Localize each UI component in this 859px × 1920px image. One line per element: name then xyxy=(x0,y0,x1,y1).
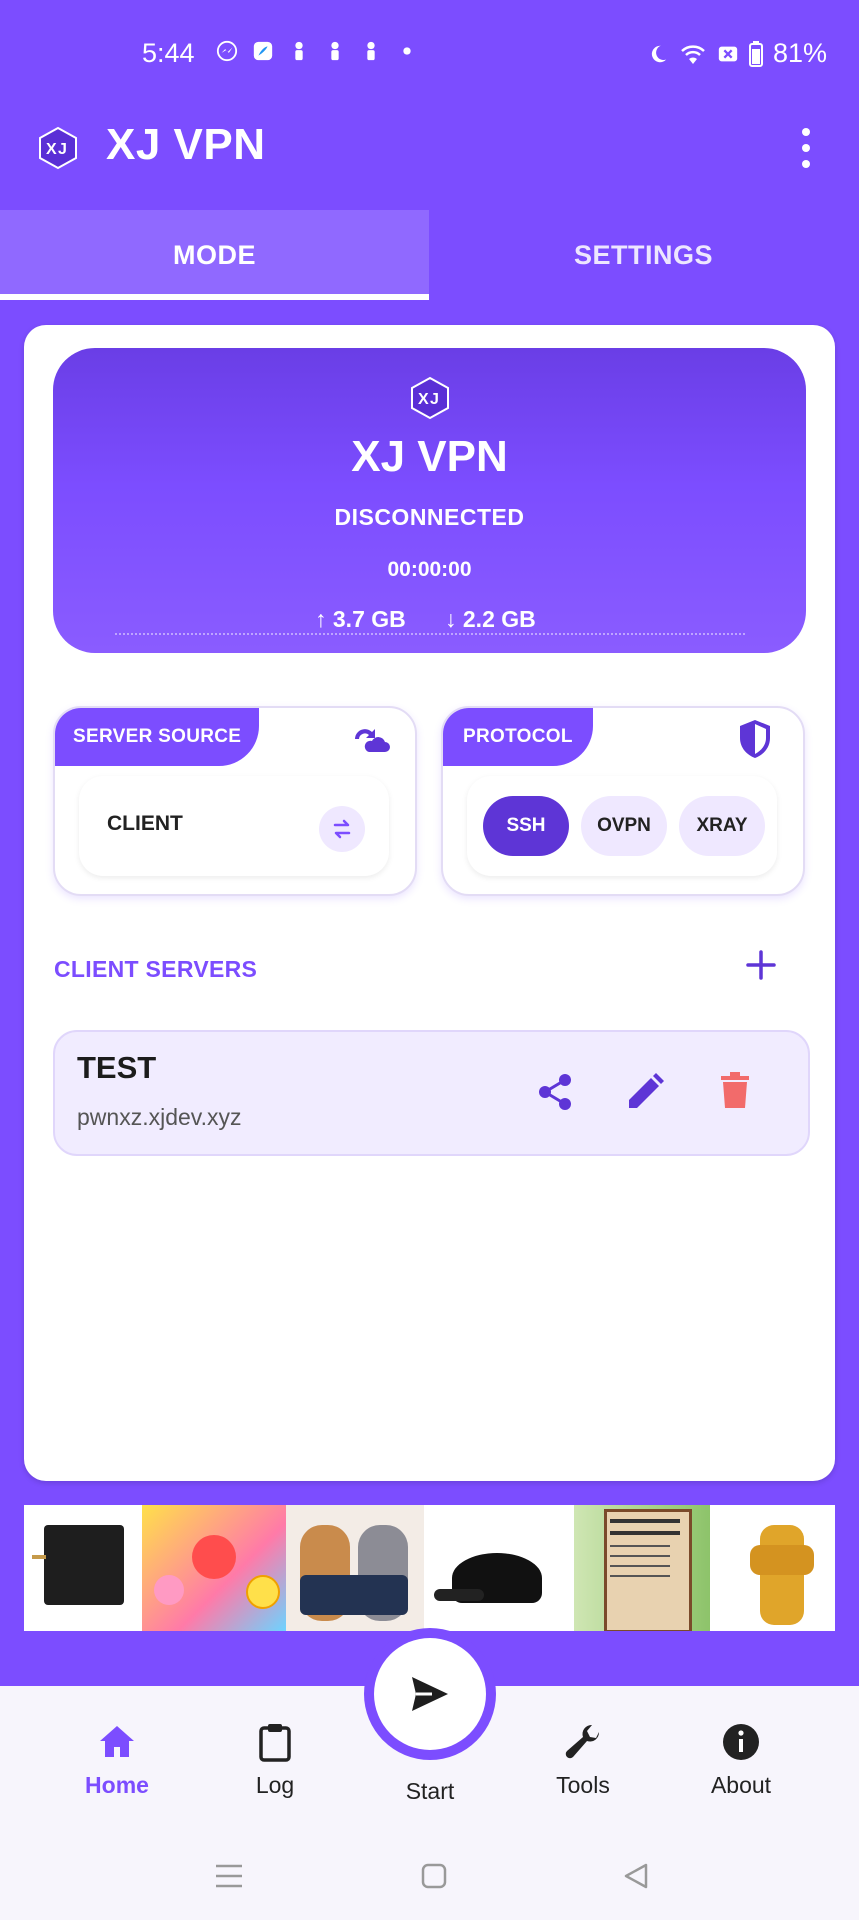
upload-stat: ↑ 3.7 GB xyxy=(315,606,406,633)
moon-icon xyxy=(651,45,667,62)
app-title: XJ VPN xyxy=(106,120,266,169)
protocol-tag: PROTOCOL xyxy=(443,708,593,766)
tab-indicator xyxy=(0,294,429,300)
back-icon[interactable] xyxy=(622,1862,650,1890)
download-stat: ↓ 2.2 GB xyxy=(445,606,536,633)
arrow-up-icon: ↑ xyxy=(315,606,333,632)
nav-tools-label: Tools xyxy=(556,1772,610,1798)
person-icon xyxy=(331,41,339,61)
ad-image[interactable] xyxy=(142,1505,286,1631)
battery-icon xyxy=(748,40,763,67)
ad-image[interactable] xyxy=(574,1505,710,1631)
nav-home[interactable]: Home xyxy=(52,1722,182,1799)
tab-settings[interactable]: SETTINGS xyxy=(429,210,858,300)
status-time: 5:44 xyxy=(142,38,195,68)
traffic-divider xyxy=(115,633,745,635)
protocol-ssh-button[interactable]: SSH xyxy=(483,796,569,856)
ad-banner[interactable] xyxy=(24,1505,835,1631)
plus-icon[interactable] xyxy=(744,948,778,982)
system-navigation-bar xyxy=(0,1840,859,1900)
delete-icon[interactable] xyxy=(717,1070,753,1110)
ad-image[interactable] xyxy=(710,1505,835,1631)
nav-tools[interactable]: Tools xyxy=(518,1722,648,1799)
upload-value: 3.7 GB xyxy=(332,606,406,632)
edit-icon[interactable] xyxy=(625,1072,665,1112)
nav-log-label: Log xyxy=(255,1772,295,1798)
arrow-down-icon: ↓ xyxy=(445,606,463,632)
client-servers-title: CLIENT SERVERS xyxy=(54,956,258,982)
status-bar: 5:44 81% xyxy=(0,0,859,110)
server-name: TEST xyxy=(77,1050,157,1085)
more-vert-icon[interactable] xyxy=(796,128,816,168)
server-host: pwnxz.xjdev.xyz xyxy=(77,1104,242,1130)
swap-icon xyxy=(333,819,351,839)
app-icon xyxy=(253,41,273,61)
home-nav-icon[interactable] xyxy=(420,1862,448,1890)
connection-title: XJ VPN xyxy=(351,432,508,481)
server-source-selector[interactable]: CLIENT xyxy=(79,776,389,876)
tab-mode[interactable]: MODE xyxy=(0,210,429,300)
share-icon[interactable] xyxy=(535,1072,575,1112)
svg-text:X: X xyxy=(418,391,429,408)
battery-percent: 81% xyxy=(772,38,827,68)
swap-button[interactable] xyxy=(319,806,365,852)
svg-text:X: X xyxy=(46,141,57,158)
xj-logo-icon: X J xyxy=(411,376,449,420)
nav-about-label: About xyxy=(710,1772,772,1798)
sim-off-icon xyxy=(718,46,738,61)
info-icon xyxy=(723,1724,759,1760)
nav-home-label: Home xyxy=(85,1772,149,1798)
start-button[interactable] xyxy=(374,1638,486,1750)
server-source-card: SERVER SOURCE CLIENT xyxy=(53,706,417,896)
notification-icons xyxy=(216,40,418,62)
download-value: 2.2 GB xyxy=(462,606,536,632)
nav-start-label[interactable]: Start xyxy=(364,1778,496,1805)
connection-timer: 00:00:00 xyxy=(387,558,472,581)
server-source-value: CLIENT xyxy=(107,812,183,835)
svg-text:J: J xyxy=(58,141,67,158)
protocol-ovpn-button[interactable]: OVPN xyxy=(581,796,667,856)
send-icon xyxy=(412,1677,448,1711)
xj-logo-icon: X J xyxy=(39,126,77,170)
connection-status: DISCONNECTED xyxy=(334,504,525,530)
system-icons: 81% xyxy=(647,38,827,69)
clipboard-icon xyxy=(259,1724,291,1762)
person-icon xyxy=(367,41,375,61)
ad-image[interactable] xyxy=(286,1505,424,1631)
connection-card: X J XJ VPN DISCONNECTED 00:00:00 ↑ 3.7 G… xyxy=(53,348,806,653)
protocol-xray-button[interactable]: XRAY xyxy=(679,796,765,856)
wifi-icon xyxy=(681,44,705,64)
shield-icon xyxy=(740,720,770,758)
nav-about[interactable]: About xyxy=(676,1722,806,1799)
server-item[interactable]: TEST pwnxz.xjdev.xyz xyxy=(53,1030,810,1156)
wrench-icon xyxy=(565,1724,600,1759)
protocol-card: PROTOCOL SSH OVPN XRAY xyxy=(441,706,805,896)
protocol-selector: SSH OVPN XRAY xyxy=(467,776,777,876)
person-icon xyxy=(295,41,303,61)
nav-log[interactable]: Log xyxy=(210,1722,340,1799)
cloud-sync-icon[interactable] xyxy=(351,722,391,756)
dot-icon xyxy=(403,47,411,55)
svg-text:J: J xyxy=(430,391,439,408)
recents-icon[interactable] xyxy=(214,1862,244,1890)
messenger-icon xyxy=(216,40,238,62)
ad-image[interactable] xyxy=(424,1505,574,1631)
server-source-tag: SERVER SOURCE xyxy=(55,708,260,766)
home-icon xyxy=(100,1726,134,1757)
ad-image[interactable] xyxy=(24,1505,142,1631)
